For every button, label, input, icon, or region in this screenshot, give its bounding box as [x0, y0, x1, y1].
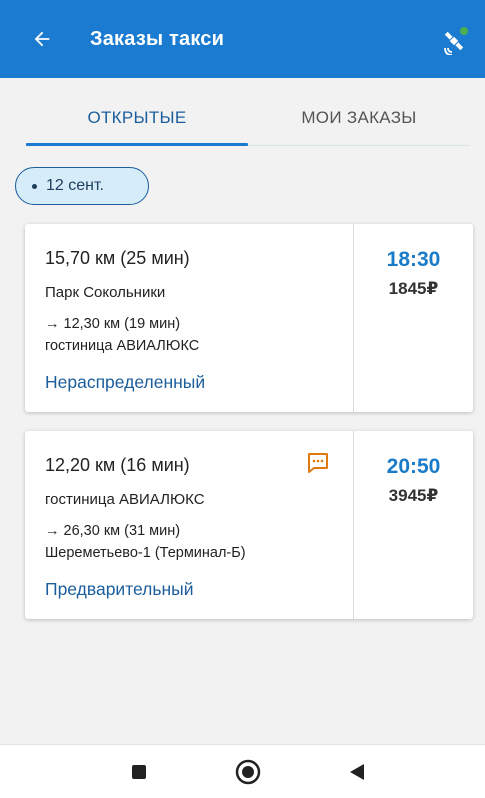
chat-icon[interactable] [306, 452, 330, 474]
order-card[interactable]: 15,70 км (25 мин) Парк Сокольники → 12,3… [25, 224, 473, 412]
nav-back-button[interactable] [342, 757, 372, 787]
order-details: 15,70 км (25 мин) Парк Сокольники → 12,3… [25, 224, 354, 412]
tab-my-orders[interactable]: МОИ ЗАКАЗЫ [248, 90, 470, 145]
order-pickup: гостиница АВИАЛЮКС [45, 491, 205, 508]
order-time: 18:30 [386, 248, 441, 271]
order-card[interactable]: 12,20 км (16 мин) гостиница АВИАЛЮКС → 2… [25, 431, 473, 619]
circle-icon [235, 759, 261, 785]
satellite-icon [444, 27, 468, 55]
page-title: Заказы такси [90, 27, 225, 50]
order-distance: 15,70 км (25 мин) [45, 248, 190, 268]
gps-status-button[interactable] [435, 20, 475, 60]
recents-button[interactable] [124, 757, 154, 787]
order-price: 1845₽ [388, 279, 439, 298]
order-tabs: ОТКРЫТЫЕ МОИ ЗАКАЗЫ [26, 90, 470, 146]
order-time: 20:50 [386, 455, 441, 478]
order-route: → 12,30 км (19 мин) [45, 316, 181, 332]
order-status: Предварительный [45, 579, 194, 599]
app-bar: Заказы такси [0, 0, 485, 78]
order-status: Нераспределенный [45, 372, 206, 392]
date-filter-chip[interactable]: 12 сент. [15, 167, 149, 205]
order-route: → 26,30 км (31 мин) [45, 523, 181, 539]
back-button[interactable] [22, 19, 62, 59]
arrow-left-icon [34, 31, 50, 47]
order-destination: Шереметьево-1 (Терминал-Б) [45, 545, 246, 561]
order-price: 3945₽ [388, 486, 439, 505]
system-nav-bar [0, 744, 485, 798]
square-icon [132, 765, 146, 779]
home-button[interactable] [233, 757, 263, 787]
triangle-back-icon [350, 764, 364, 780]
order-destination: гостиница АВИАЛЮКС [45, 338, 200, 354]
order-details: 12,20 км (16 мин) гостиница АВИАЛЮКС → 2… [25, 431, 354, 619]
tab-open[interactable]: ОТКРЫТЫЕ [26, 90, 248, 146]
order-distance: 12,20 км (16 мин) [45, 455, 190, 475]
date-chip-label: 12 сент. [46, 177, 104, 194]
order-pickup: Парк Сокольники [45, 284, 166, 301]
bullet-icon [32, 183, 37, 189]
